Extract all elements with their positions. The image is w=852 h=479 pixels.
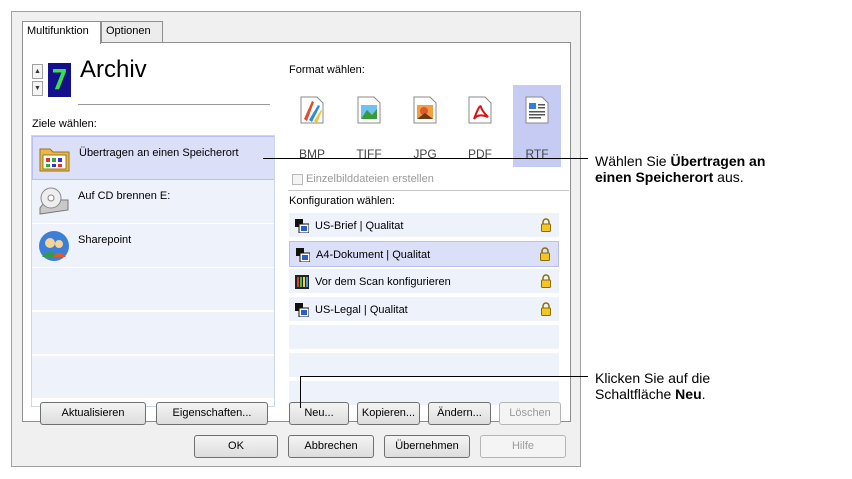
ok-button[interactable]: OK — [194, 435, 278, 458]
destination-item-speicherort[interactable]: Übertragen an einen Speicherort — [32, 136, 274, 180]
format-option-bmp[interactable]: BMP — [288, 85, 336, 167]
callout-top-bold1: Übertragen an — [670, 153, 766, 169]
destination-name: Übertragen an einen Speicherort — [79, 147, 239, 159]
profile-name: Archiv — [80, 56, 147, 83]
destination-item-cd[interactable]: Auf CD brennen E: — [32, 180, 274, 224]
config-name: US-Legal | Qualitat — [315, 304, 408, 316]
config-name: Vor dem Scan konfigurieren — [315, 276, 451, 288]
destination-list[interactable]: Übertragen an einen Speicherort Auf CD b… — [31, 135, 275, 407]
pdf-icon — [468, 96, 492, 124]
callout-line-top — [263, 158, 588, 159]
callout-bottom-pre: Schaltfläche — [595, 386, 676, 402]
callout-bottom-line1: Klicken Sie auf die — [595, 370, 711, 386]
callout-top-bold2: einen Speicherort — [595, 169, 714, 185]
hilfe-button[interactable]: Hilfe — [480, 435, 566, 458]
format-option-tiff[interactable]: TIFF — [345, 85, 393, 167]
aendern-button[interactable]: Ändern... — [428, 402, 491, 425]
scan-dialog: Multifunktion Optionen ▲ ▼ 7 Archiv Ziel… — [11, 11, 581, 467]
config-item-a4-dokument[interactable]: A4-Dokument | Qualitat — [289, 241, 559, 267]
callout-bottom-bold: Neu — [675, 386, 702, 402]
rtf-icon — [525, 96, 549, 124]
eigenschaften-button[interactable]: Eigenschaften... — [156, 402, 268, 425]
format-option-jpg[interactable]: JPG — [401, 85, 449, 167]
callout-line-bottom — [300, 376, 588, 377]
konfiguration-label: Konfiguration wählen: — [289, 195, 395, 207]
config-item-us-legal[interactable]: US-Legal | Qualitat — [289, 297, 559, 323]
profile-name-underline — [78, 104, 270, 105]
neu-button[interactable]: Neu... — [289, 402, 349, 425]
aktualisieren-button[interactable]: Aktualisieren — [40, 402, 146, 425]
scanner-config-icon — [295, 219, 309, 233]
scanner-config-icon — [296, 248, 310, 262]
jpg-icon — [413, 96, 437, 124]
callout-bottom-post: . — [701, 386, 706, 402]
config-item-vor-dem-scan[interactable]: Vor dem Scan konfigurieren — [289, 269, 559, 295]
einzelbild-label: Einzelbilddateien erstellen — [306, 173, 434, 185]
configure-before-scan-icon — [295, 275, 309, 289]
config-name: US-Brief | Qualitat — [315, 220, 404, 232]
lock-icon — [541, 302, 551, 316]
lock-icon — [541, 218, 551, 232]
format-option-pdf[interactable]: PDF — [456, 85, 504, 167]
tab-optionen[interactable]: Optionen — [101, 21, 163, 43]
lock-icon — [541, 274, 551, 288]
callout-top-pre: Wählen Sie — [595, 153, 671, 169]
profile-spinner[interactable]: ▲ ▼ — [32, 64, 43, 96]
ziele-label: Ziele wählen: — [32, 118, 97, 130]
spin-up-icon[interactable]: ▲ — [32, 64, 43, 79]
list-item — [32, 268, 274, 312]
abbrechen-button[interactable]: Abbrechen — [288, 435, 374, 458]
scanner-config-icon — [295, 303, 309, 317]
multifunktion-panel: ▲ ▼ 7 Archiv Ziele wählen: Übertragen an… — [22, 42, 571, 425]
profile-number: 7 — [48, 63, 71, 97]
kopieren-button[interactable]: Kopieren... — [357, 402, 420, 425]
lock-icon — [540, 247, 550, 261]
tiff-icon — [357, 96, 381, 124]
list-item — [32, 312, 274, 356]
destination-name: Auf CD brennen E: — [78, 190, 171, 202]
cd-drive-icon — [39, 187, 69, 215]
configuration-list[interactable]: US-Brief | Qualitat A4-Dokument | Qualit… — [289, 213, 559, 411]
callout-top-post: aus. — [713, 169, 744, 185]
callout-top: Wählen Sie Übertragen an einen Speichero… — [595, 153, 765, 185]
list-item — [289, 325, 559, 351]
tab-multifunktion[interactable]: Multifunktion — [22, 21, 101, 44]
format-selector[interactable]: BMP TIFF JPG PDF RTF — [288, 85, 563, 168]
config-item-us-brief[interactable]: US-Brief | Qualitat — [289, 213, 559, 239]
sharepoint-icon — [39, 231, 69, 261]
callout-bottom: Klicken Sie auf die Schaltfläche Neu. — [595, 370, 710, 402]
destination-name: Sharepoint — [78, 234, 132, 246]
uebernehmen-button[interactable]: Übernehmen — [384, 435, 470, 458]
format-label: Format wählen: — [289, 64, 365, 76]
bmp-icon — [300, 96, 324, 124]
format-option-rtf[interactable]: RTF — [513, 85, 561, 167]
folder-icon — [39, 148, 70, 172]
einzelbild-checkbox[interactable] — [292, 174, 303, 185]
divider — [288, 190, 569, 191]
callout-line-bottom-drop — [300, 376, 301, 408]
config-name: A4-Dokument | Qualitat — [316, 249, 431, 261]
spin-down-icon[interactable]: ▼ — [32, 81, 43, 96]
loeschen-button[interactable]: Löschen — [499, 402, 561, 425]
list-item — [32, 356, 274, 400]
destination-item-sharepoint[interactable]: Sharepoint — [32, 224, 274, 268]
